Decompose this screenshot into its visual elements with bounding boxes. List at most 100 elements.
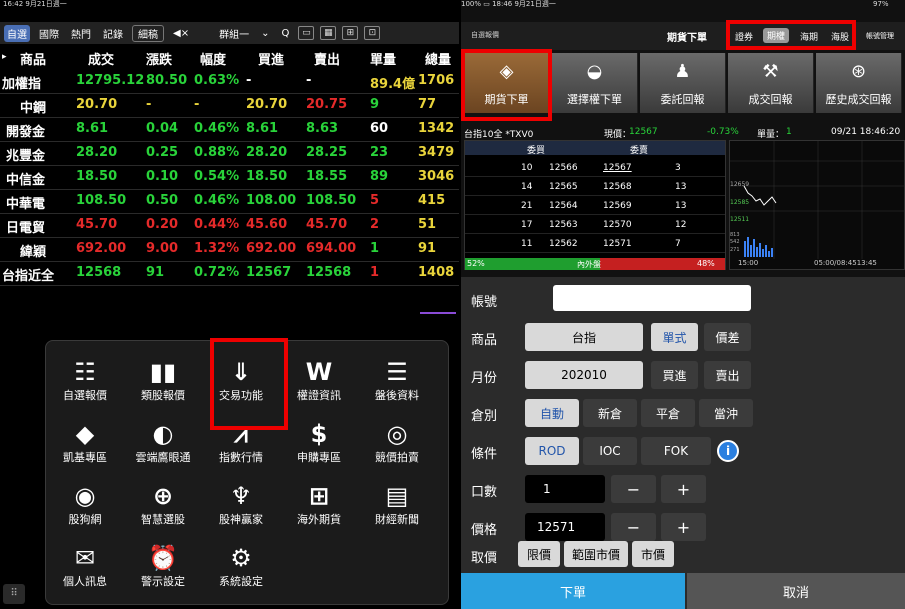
account-management[interactable]: 帳號管理 (866, 31, 894, 41)
table-row[interactable]: 日電貿 45.70 0.20 0.44% 45.60 45.70 2 51 (0, 214, 459, 238)
grid-menu-icon[interactable]: ⠿ (3, 584, 25, 604)
tab-hot[interactable]: 熱門 (68, 25, 94, 42)
back-to-quotes[interactable]: 自選報價 (471, 30, 499, 40)
info-icon[interactable]: i (717, 440, 739, 462)
cell-product: 加權指 (2, 77, 42, 92)
group-selector[interactable]: 群組一 (216, 25, 252, 42)
position-new[interactable]: 新倉 (583, 399, 637, 427)
menu-item[interactable]: ◐ 雲端鷹眼通 (129, 419, 197, 477)
position-close[interactable]: 平倉 (641, 399, 695, 427)
tab-detail[interactable]: 細稿 (132, 24, 164, 42)
table-row[interactable]: 中鋼 20.70 - - 20.70 20.75 9 77 (0, 94, 459, 118)
type-spread-button[interactable]: 價差 (704, 323, 751, 351)
menu-item[interactable]: ⏰ 警示設定 (129, 543, 197, 601)
account-field[interactable] (553, 285, 751, 311)
price-type-range-market[interactable]: 範圍市價 (564, 541, 628, 567)
function-button[interactable]: ⚒ 成交回報 (728, 53, 814, 113)
product-selector[interactable]: 台指 (525, 323, 643, 351)
buy-button[interactable]: 買進 (651, 361, 698, 389)
chart-view-icon[interactable]: ⊡ (364, 26, 381, 40)
orderbook-row[interactable]: 21 12564 12569 13 (465, 197, 725, 215)
menu-item[interactable]: ▮▮ 類股報價 (129, 357, 197, 415)
table-row[interactable]: 兆豐金 28.20 0.25 0.88% 28.20 28.25 23 3479 (0, 142, 459, 166)
cell-unit: 23 (370, 145, 389, 160)
menu-item[interactable]: $ 申購專區 (285, 419, 353, 477)
diamond-icon: ◆ (75, 420, 95, 448)
condition-fok[interactable]: FOK (641, 437, 711, 465)
condition-ioc[interactable]: IOC (583, 437, 637, 465)
orderbook-row[interactable]: 14 12565 12568 13 (465, 178, 725, 196)
function-button[interactable]: ⊛ 歷史成交回報 (816, 53, 902, 113)
cancel-button[interactable]: 取消 (687, 573, 905, 609)
price-type-limit[interactable]: 限價 (518, 541, 560, 567)
tab-favorites[interactable]: 自選 (4, 24, 30, 42)
menu-item[interactable]: ⇓ 交易功能 (207, 357, 275, 415)
tab-securities[interactable]: 證券 (735, 30, 753, 43)
position-auto[interactable]: 自動 (525, 399, 579, 427)
price-minus-button[interactable]: − (611, 513, 656, 541)
cell-product: 兆豐金 (6, 149, 46, 164)
vol-label-3: 271 (730, 247, 740, 253)
cell-pct: 0.44% (194, 217, 240, 232)
table-row[interactable]: 中華電 108.50 0.50 0.46% 108.00 108.50 5 415 (0, 190, 459, 214)
month-selector[interactable]: 202010 (525, 361, 643, 389)
qty-minus-button[interactable]: − (611, 475, 656, 503)
position-daytrade[interactable]: 當沖 (699, 399, 753, 427)
orderbook-row[interactable]: 11 12562 12571 7 (465, 235, 725, 253)
table-row[interactable]: 加權指 12795.12 80.50 0.63% - -89.4億 1706 (0, 70, 459, 94)
chevron-down-icon[interactable]: ⌄ (258, 27, 272, 40)
menu-item[interactable]: W 權證資訊 (285, 357, 353, 415)
ask-qty: 3 (675, 163, 681, 173)
tab-record[interactable]: 記錄 (100, 25, 126, 42)
price-input[interactable]: 12571 (525, 513, 605, 541)
submit-order-button[interactable]: 下單 (461, 573, 685, 609)
menu-item[interactable]: ◎ 競價拍賣 (363, 419, 431, 477)
tab-international[interactable]: 國際 (36, 25, 62, 42)
sell-button[interactable]: 賣出 (704, 361, 751, 389)
menu-item[interactable]: ☰ 盤後資料 (363, 357, 431, 415)
menu-item[interactable]: ⊞ 海外期貨 (285, 481, 353, 539)
menu-item[interactable]: ⚙ 系統設定 (207, 543, 275, 601)
table-row[interactable]: 台指近全 12568 91 0.72% 12567 12568 1 1408 (0, 262, 459, 286)
menu-item[interactable]: ☷ 自選報價 (51, 357, 119, 415)
table-row[interactable]: 開發金 8.61 0.04 0.46% 8.61 8.63 60 1342 (0, 118, 459, 142)
menu-item[interactable]: ◆ 凱基專區 (51, 419, 119, 477)
mute-icon[interactable]: ◀× (170, 27, 192, 40)
cell-last: 12795.12 (76, 73, 145, 88)
price-plus-button[interactable]: + (661, 513, 706, 541)
ticker-bar: 台指10全 *TXV0 現價： 12567 -0.73% 單量： 1 09/21… (464, 127, 905, 140)
price-type-market[interactable]: 市價 (632, 541, 674, 567)
volume-bars (744, 237, 773, 257)
function-button[interactable]: ◈ 期貨下單 (464, 53, 550, 113)
menu-item[interactable]: ⩘ 指數行情 (207, 419, 275, 477)
header-pct: 幅度 (200, 53, 227, 68)
cell-total: 91 (418, 241, 437, 256)
menu-item[interactable]: ⊕ 智慧選股 (129, 481, 197, 539)
cell-ask: 45.70 (306, 217, 348, 232)
tab-futures-options[interactable]: 期權 (763, 28, 790, 43)
cell-change: 0.20 (146, 217, 179, 232)
grid-view-icon[interactable]: ▦ (320, 26, 337, 40)
menu-item[interactable]: ✉ 個人訊息 (51, 543, 119, 601)
menu-item[interactable]: ▤ 財經新聞 (363, 481, 431, 539)
tab-overseas-stocks[interactable]: 海股 (831, 30, 849, 43)
list-view-icon[interactable]: ▭ (298, 26, 315, 40)
search-icon[interactable]: Q (278, 27, 292, 40)
orderbook-row[interactable]: 10 12566 12567 3 (465, 159, 725, 177)
tab-overseas-futures[interactable]: 海期 (800, 30, 818, 43)
table-row[interactable]: 中信金 18.50 0.10 0.54% 18.50 18.55 89 3046 (0, 166, 459, 190)
qty-plus-button[interactable]: + (661, 475, 706, 503)
type-single-button[interactable]: 單式 (651, 323, 698, 351)
menu-item[interactable]: ◉ 股狗網 (51, 481, 119, 539)
condition-rod[interactable]: ROD (525, 437, 579, 465)
inner-pct: 52% (467, 259, 485, 268)
function-button[interactable]: ◒ 選擇權下單 (552, 53, 638, 113)
qty-input[interactable]: 1 (525, 475, 605, 503)
orderbook-row[interactable]: 17 12563 12570 12 (465, 216, 725, 234)
menu-item[interactable]: ♆ 股神贏家 (207, 481, 275, 539)
split-view-icon[interactable]: ⊞ (342, 26, 359, 40)
cell-change: 91 (146, 265, 165, 280)
function-button[interactable]: ♟ 委託回報 (640, 53, 726, 113)
table-row[interactable]: 緯穎 692.00 9.00 1.32% 692.00 694.00 1 91 (0, 238, 459, 262)
time-label-end: 05:00/08:4513:45 (814, 259, 877, 267)
